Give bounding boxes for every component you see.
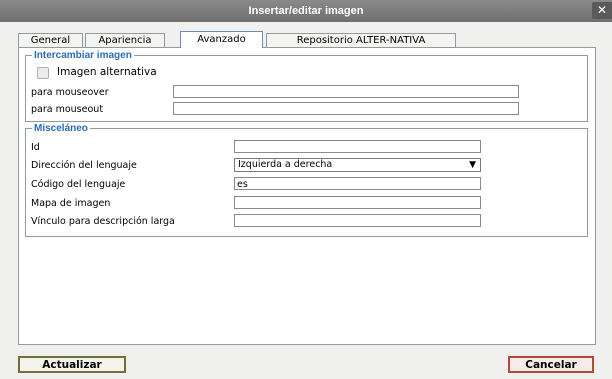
tab-general[interactable]: General bbox=[18, 33, 83, 47]
id-input[interactable] bbox=[234, 140, 481, 153]
lang-code-input[interactable]: es bbox=[234, 177, 481, 190]
dialog-title: Insertar/editar imagen bbox=[248, 5, 364, 17]
dialog-titlebar[interactable]: Insertar/editar imagen ✕ bbox=[0, 0, 612, 22]
cancel-button[interactable]: Cancelar bbox=[508, 356, 594, 373]
tab-repositorio[interactable]: Repositorio ALTER-NATIVA bbox=[266, 33, 456, 47]
lang-dir-select[interactable]: Izquierda a derecha ▼ bbox=[234, 158, 481, 172]
tab-panel-avanzado: Intercambiar imagen Imagen alternativa p… bbox=[18, 47, 596, 345]
dropdown-arrow-icon: ▼ bbox=[469, 160, 476, 170]
mouseover-input[interactable] bbox=[173, 85, 519, 98]
mouseout-label: para mouseout bbox=[31, 104, 104, 115]
alt-image-label: Imagen alternativa bbox=[57, 66, 157, 78]
lang-dir-label: Dirección del lenguaje bbox=[31, 160, 137, 171]
mouseover-label: para mouseover bbox=[31, 87, 109, 98]
id-label: Id bbox=[31, 142, 40, 153]
longdesc-input[interactable] bbox=[234, 214, 481, 227]
longdesc-label: Vínculo para descripción larga bbox=[31, 216, 175, 227]
lang-code-label: Código del lenguaje bbox=[31, 179, 126, 190]
tab-avanzado[interactable]: Avanzado bbox=[180, 31, 263, 48]
lang-dir-value: Izquierda a derecha bbox=[238, 159, 333, 170]
swap-image-legend: Intercambiar imagen bbox=[34, 50, 132, 61]
tab-apariencia[interactable]: Apariencia bbox=[85, 33, 165, 47]
image-map-label: Mapa de imagen bbox=[31, 198, 111, 209]
image-dialog: Insertar/editar imagen ✕ General Aparien… bbox=[0, 0, 612, 379]
close-icon[interactable]: ✕ bbox=[592, 2, 612, 19]
image-map-input[interactable] bbox=[234, 196, 481, 209]
mouseout-input[interactable] bbox=[173, 102, 519, 115]
alt-image-checkbox[interactable] bbox=[37, 67, 49, 79]
update-button[interactable]: Actualizar bbox=[18, 356, 126, 373]
misc-legend: Misceláneo bbox=[34, 123, 88, 134]
